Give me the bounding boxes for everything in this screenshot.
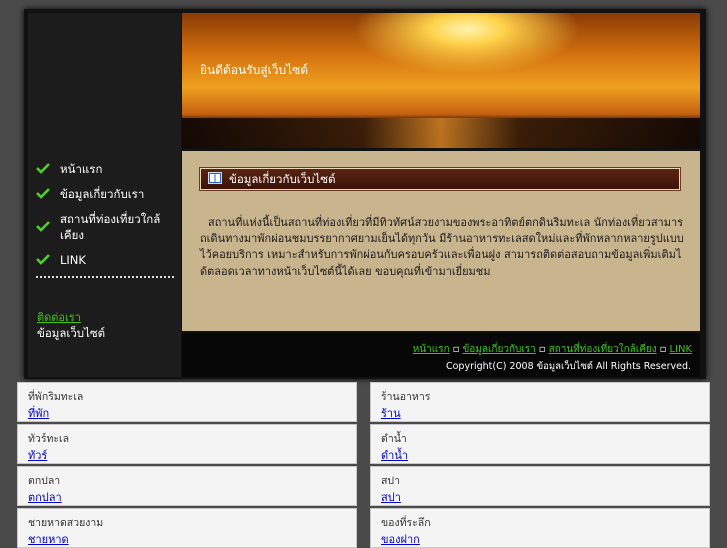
footer-link-attractions[interactable]: สถานที่ท่องเที่ยวใกล้เคียง [549,344,657,355]
box-link[interactable]: ดำน้ำ [381,446,408,464]
box-title: ทัวร์ทะเล [28,433,70,445]
sea-reflection [182,118,700,148]
sidebar-item-home[interactable]: หน้าแรก [36,161,178,177]
footer-links: หน้าแรก ▫ ข้อมูลเกี่ยวกับเรา ▫ สถานที่ท่องเท… [413,342,692,357]
check-icon [36,188,50,199]
related-box: ทัวร์ทะเล ทัวร์ [17,424,357,464]
sidebar-item-label: LINK [60,253,86,267]
box-link[interactable]: ร้าน [381,404,401,422]
footer-link-link[interactable]: LINK [669,344,692,355]
copyright: Copyright(C) 2008 ข้อมูลเว็บไซต์ All Rig… [445,361,691,372]
footer-separator: ▫ [452,344,460,355]
box-title: ตกปลา [28,475,61,487]
box-link[interactable]: ทัวร์ [28,446,47,464]
sidebar-item-attractions[interactable]: สถานที่ท่องเที่ยวใกล้เคียง [36,211,178,243]
content-heading: ข้อมูลเกี่ยวกับเว็บไซต์ [229,172,336,186]
box-title: ที่พักริมทะเล [28,391,84,403]
dotted-divider [36,276,174,278]
footer-link-home[interactable]: หน้าแรก [413,344,450,355]
box-title: ชายหาดสวยงาม [28,517,104,529]
main-content: ข้อมูลเกี่ยวกับเว็บไซต์ สถานที่แห่งนี้เป… [182,151,700,331]
related-box: ร้านอาหาร ร้าน [370,382,710,422]
check-icon [36,221,50,232]
related-box: ที่พักริมทะเล ที่พัก [17,382,357,422]
related-box: สปา สปา [370,466,710,506]
hero-title: ยินดีต้อนรับสู่เว็บไซต์ [200,63,309,77]
related-box: ดำน้ำ ดำน้ำ [370,424,710,464]
footer-link-about[interactable]: ข้อมูลเกี่ยวกับเรา [462,344,535,355]
sidebar-item-about[interactable]: ข้อมูลเกี่ยวกับเรา [36,186,178,202]
sidebar-item-link[interactable]: LINK [36,252,178,268]
related-box: ชายหาดสวยงาม ชายหาด [17,508,357,548]
box-title: ดำน้ำ [381,433,407,445]
sidebar-item-label: หน้าแรก [60,162,103,176]
footer-separator: ▫ [538,344,546,355]
related-box: ของที่ระลึก ของฝาก [370,508,710,548]
book-icon [208,172,222,184]
content-heading-bar: ข้อมูลเกี่ยวกับเว็บไซต์ [200,168,680,190]
sidebar-text: ข้อมูลเว็บไซต์ [37,326,106,340]
check-icon [36,163,50,174]
box-title: ร้านอาหาร [381,391,431,403]
sidebar-item-label: ข้อมูลเกี่ยวกับเรา [60,187,145,201]
footer-separator: ▫ [659,344,667,355]
box-link[interactable]: ของฝาก [381,530,420,548]
content-body: สถานที่แห่งนี้เป็นสถานที่ท่องเที่ยวที่มี… [200,216,684,278]
box-link[interactable]: ตกปลา [28,488,62,506]
related-box: ตกปลา ตกปลา [17,466,357,506]
box-title: ของที่ระลึก [381,517,431,529]
box-link[interactable]: สปา [381,488,401,506]
box-title: สปา [381,475,400,487]
sidebar: หน้าแรก ข้อมูลเกี่ยวกับเรา สถานที่ท่องเท… [28,13,181,377]
box-link[interactable]: ชายหาด [28,530,69,548]
footer: หน้าแรก ▫ ข้อมูลเกี่ยวกับเรา ▫ สถานที่ท่องเท… [182,333,700,377]
sidebar-green-link[interactable]: ติดต่อเรา [37,308,81,326]
hero-banner: ยินดีต้อนรับสู่เว็บไซต์ [182,13,700,148]
sidebar-item-label: สถานที่ท่องเที่ยวใกล้เคียง [60,212,161,242]
check-icon [36,254,50,265]
box-link[interactable]: ที่พัก [28,404,49,422]
